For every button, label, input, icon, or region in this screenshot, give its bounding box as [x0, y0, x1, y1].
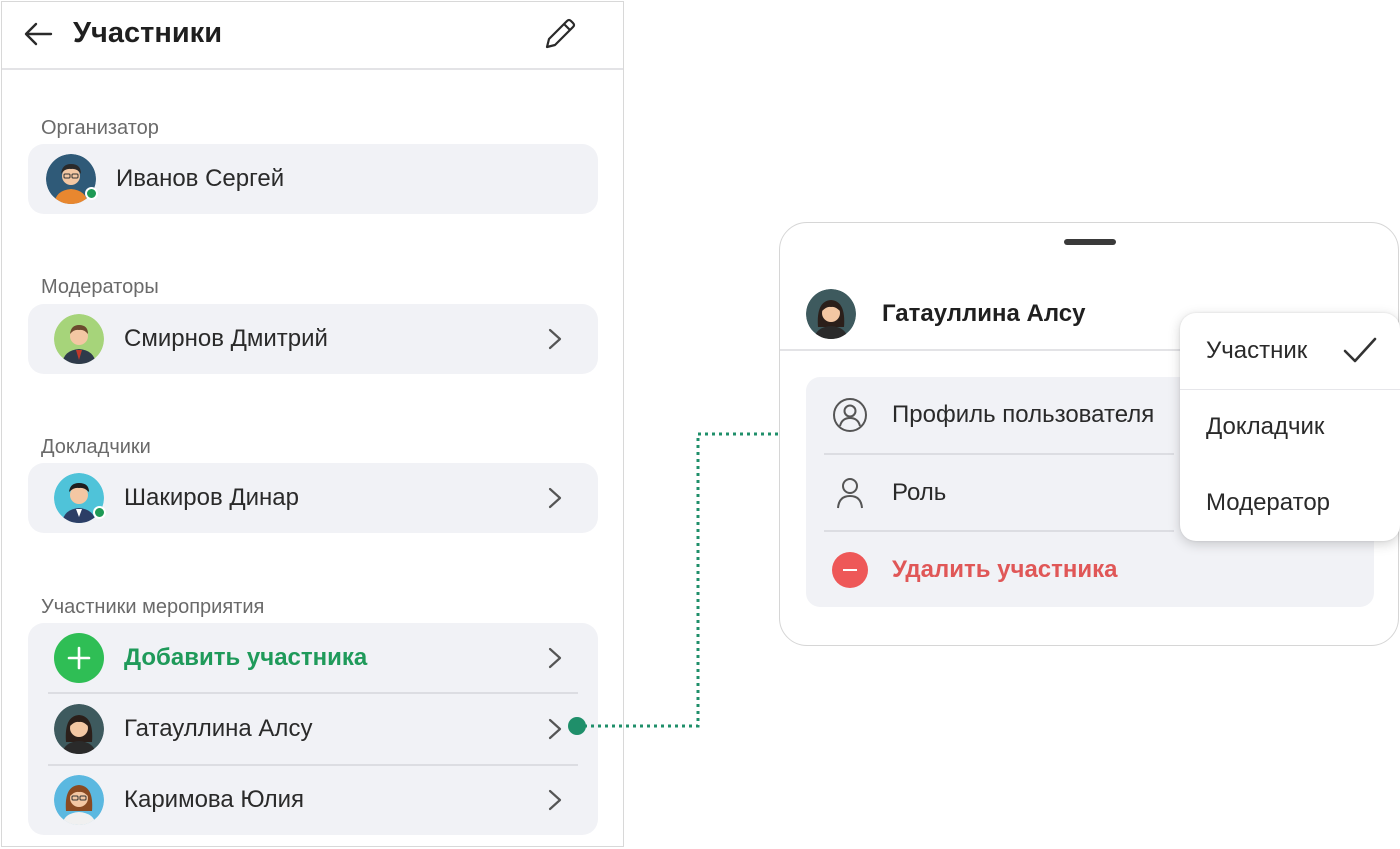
- arrow-left-icon: [24, 22, 53, 46]
- page-title: Участники: [73, 17, 223, 49]
- pencil-icon: [545, 18, 576, 49]
- action-label: Роль: [892, 479, 947, 506]
- plus-icon: [67, 646, 91, 670]
- member-row-speaker[interactable]: Шакиров Динар: [28, 463, 598, 533]
- checkmark-icon: [1343, 337, 1377, 363]
- member-actions-sheet: Гатауллина Алсу Профиль пользователя Рол…: [779, 222, 1400, 646]
- remove-icon: [832, 552, 868, 588]
- member-name: Шакиров Динар: [124, 484, 299, 511]
- member-row-participant[interactable]: Гатауллина Алсу: [28, 694, 598, 764]
- member-row-participant[interactable]: Каримова Юлия: [28, 765, 598, 835]
- section-label-organizer: Организатор: [41, 117, 159, 139]
- sheet-header: Гатауллина Алсу: [806, 289, 1085, 339]
- member-row-organizer[interactable]: Иванов Сергей: [28, 144, 598, 214]
- section-label-moderators: Модераторы: [41, 276, 159, 298]
- add-participant-row[interactable]: Добавить участника: [28, 623, 598, 693]
- chevron-right-icon: [548, 487, 562, 509]
- add-participant-button[interactable]: [54, 633, 104, 683]
- divider: [780, 349, 1180, 351]
- chevron-right-icon: [548, 789, 562, 811]
- section-label-participants: Участники мероприятия: [41, 596, 265, 618]
- role-option-speaker[interactable]: Докладчик: [1180, 389, 1400, 465]
- role-option-moderator[interactable]: Модератор: [1180, 465, 1400, 541]
- edit-button[interactable]: [540, 14, 580, 54]
- role-option-label: Докладчик: [1206, 413, 1325, 440]
- add-participant-label: Добавить участника: [124, 644, 368, 671]
- chevron-right-icon: [548, 328, 562, 350]
- section-label-speakers: Докладчики: [41, 436, 151, 458]
- sheet-member-name: Гатауллина Алсу: [882, 300, 1086, 327]
- action-label: Профиль пользователя: [892, 401, 1155, 428]
- app-bar: Участники: [2, 2, 623, 70]
- member-name: Смирнов Дмитрий: [124, 325, 328, 352]
- moderators-card: Смирнов Дмитрий: [28, 304, 598, 374]
- avatar: [806, 289, 856, 339]
- role-option-label: Участник: [1206, 337, 1308, 364]
- participants-screen: Участники Организатор Иванов Сергей Моде…: [1, 1, 624, 847]
- speakers-card: Шакиров Динар: [28, 463, 598, 533]
- action-label: Удалить участника: [892, 556, 1118, 583]
- role-option-participant[interactable]: Участник: [1180, 313, 1400, 389]
- member-name: Каримова Юлия: [124, 786, 304, 813]
- person-icon: [832, 475, 868, 511]
- action-remove-participant[interactable]: Удалить участника: [806, 532, 1374, 608]
- online-status-indicator: [93, 506, 106, 519]
- organizer-card: Иванов Сергей: [28, 144, 598, 214]
- sheet-grab-handle[interactable]: [1064, 239, 1116, 245]
- avatar: [46, 154, 98, 204]
- role-dropdown-menu: Участник Докладчик Модератор: [1180, 313, 1400, 541]
- member-row-moderator[interactable]: Смирнов Дмитрий: [28, 304, 598, 374]
- online-status-indicator: [85, 187, 98, 200]
- avatar: [54, 314, 104, 364]
- back-button[interactable]: [20, 16, 56, 52]
- member-name: Гатауллина Алсу: [124, 715, 313, 742]
- chevron-right-icon: [548, 718, 562, 740]
- participants-card: Добавить участника Гатауллина Алсу Карим…: [28, 623, 598, 835]
- chevron-right-icon: [548, 647, 562, 669]
- avatar: [54, 704, 104, 754]
- avatar: [54, 473, 106, 523]
- profile-circle-icon: [832, 397, 868, 433]
- role-option-label: Модератор: [1206, 489, 1331, 516]
- member-name: Иванов Сергей: [116, 165, 285, 192]
- avatar: [54, 775, 104, 825]
